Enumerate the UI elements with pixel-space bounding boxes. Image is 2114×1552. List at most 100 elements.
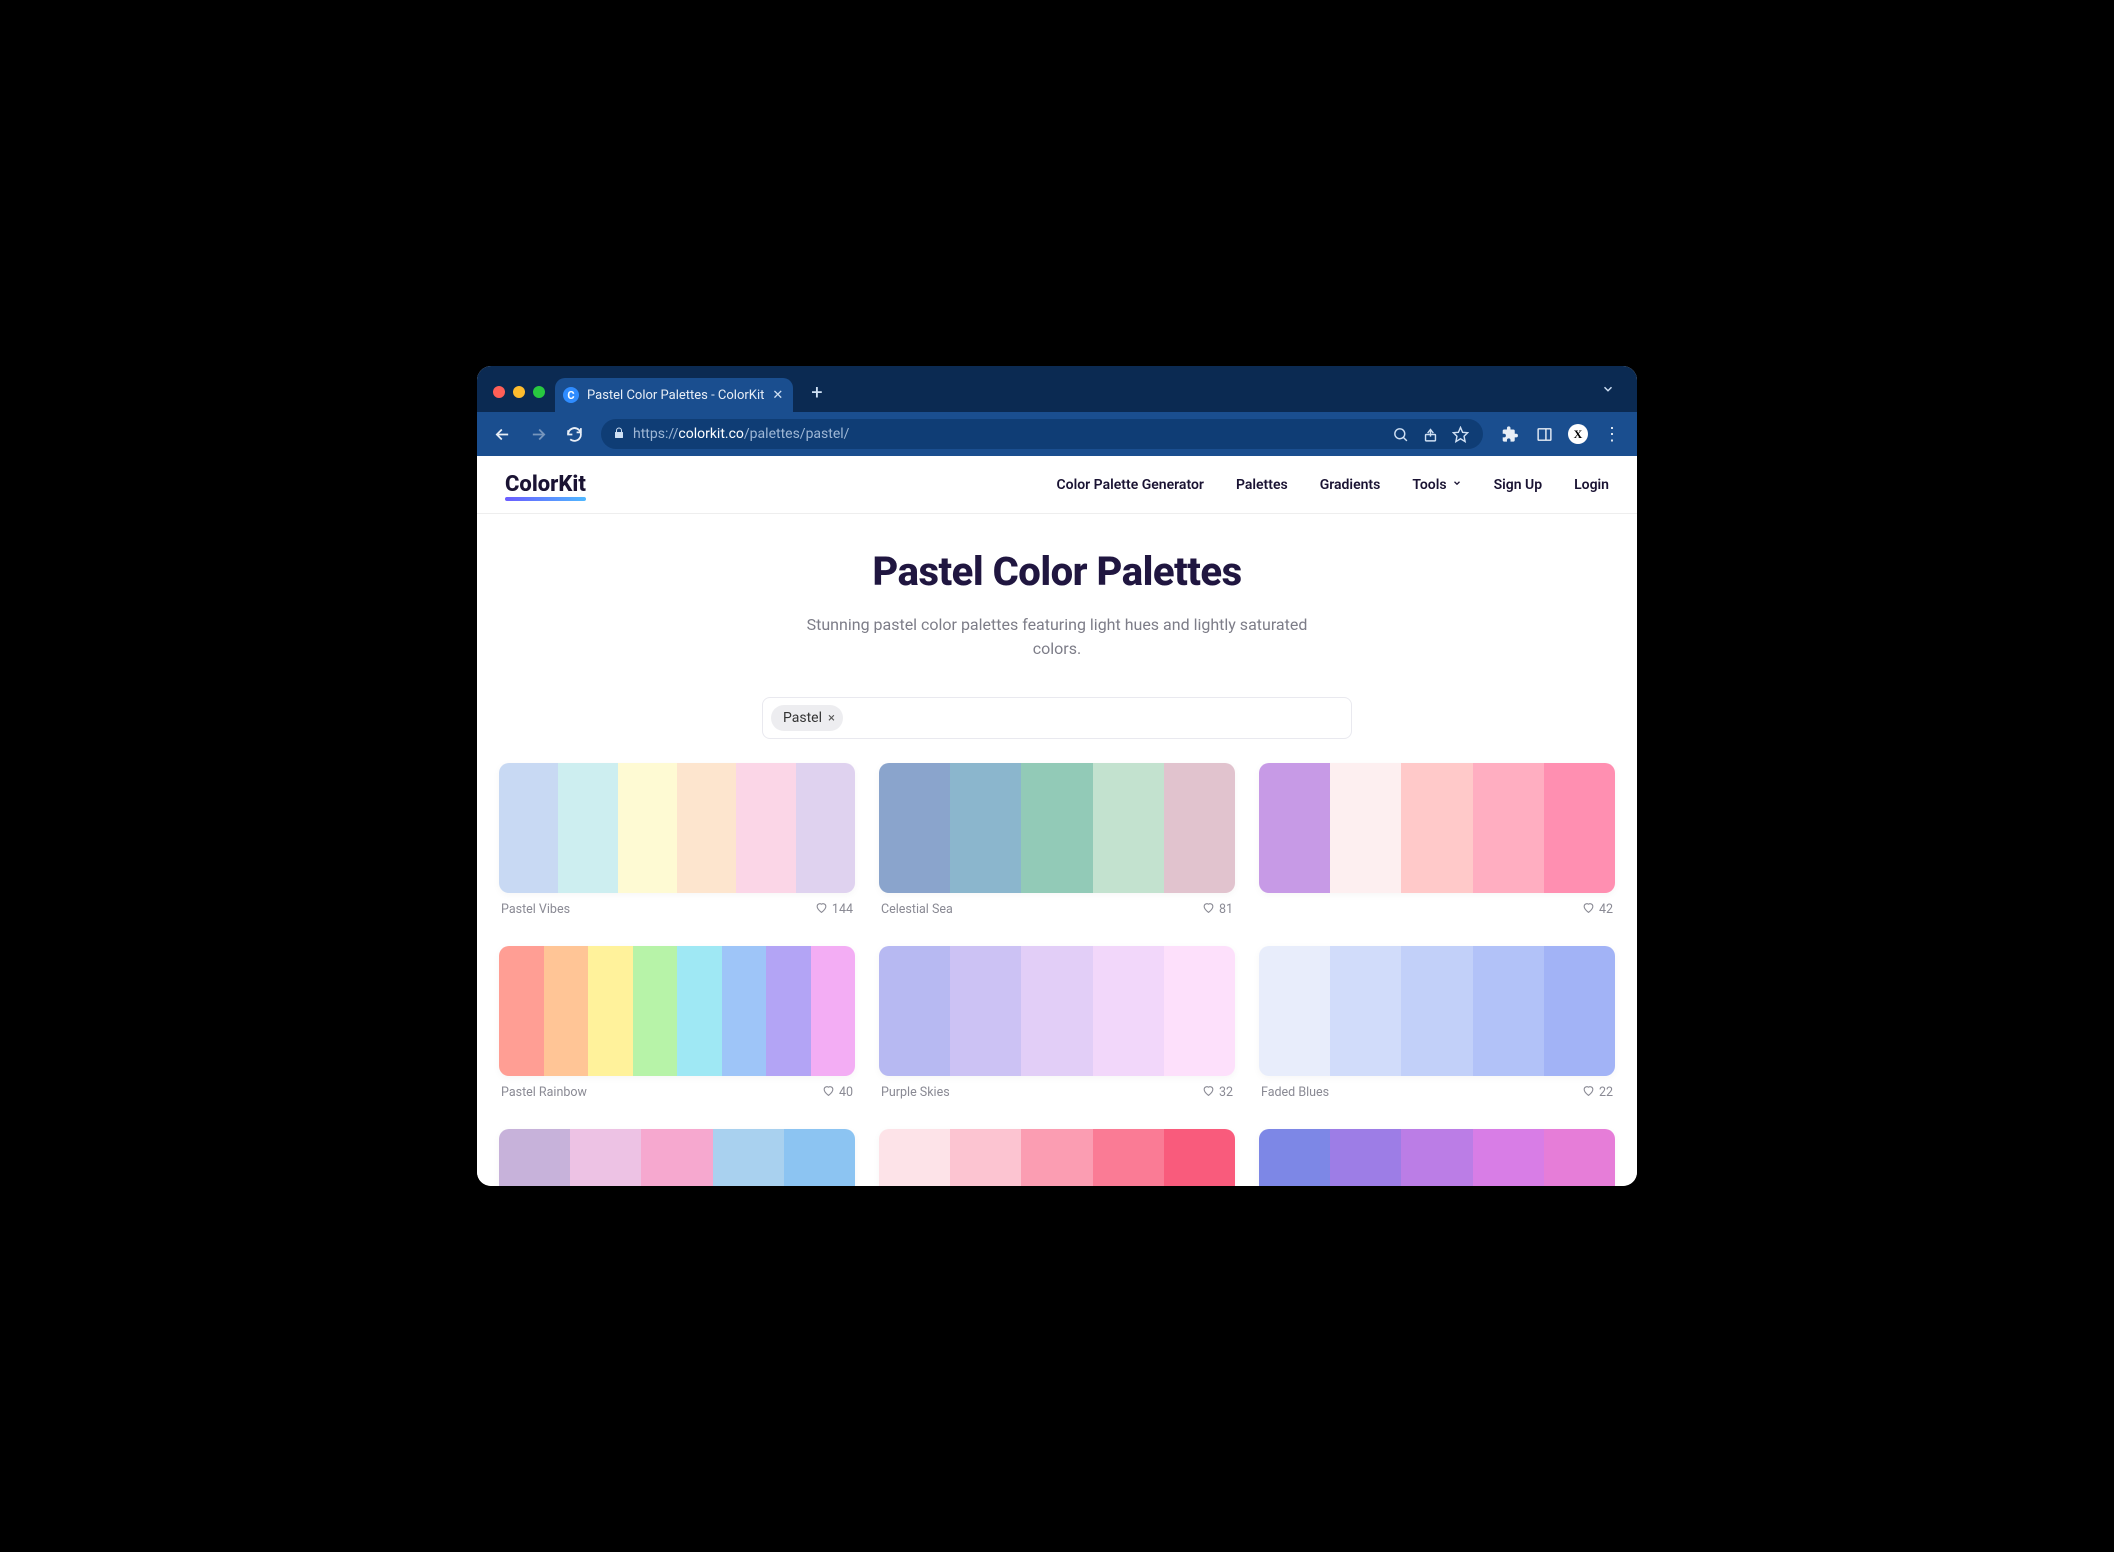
swatch: [1259, 1129, 1330, 1186]
palette-card[interactable]: Celestial Sea81: [879, 763, 1235, 918]
swatch: [1021, 763, 1092, 893]
site-header: ColorKit Color Palette Generator Palette…: [477, 456, 1637, 514]
star-icon[interactable]: [1449, 423, 1471, 445]
like-count: 22: [1599, 1085, 1613, 1100]
like-button[interactable]: 40: [822, 1084, 853, 1101]
palette-card[interactable]: [499, 1129, 855, 1186]
maximize-window-button[interactable]: [533, 386, 545, 398]
like-button[interactable]: 22: [1582, 1084, 1613, 1101]
minimize-window-button[interactable]: [513, 386, 525, 398]
sidepanel-icon[interactable]: [1529, 419, 1559, 449]
swatch: [1330, 1129, 1401, 1186]
filter-wrap: Pastel ×: [477, 687, 1637, 763]
close-window-button[interactable]: [493, 386, 505, 398]
palette-card[interactable]: 42: [1259, 763, 1615, 918]
forward-button[interactable]: [523, 419, 553, 449]
menu-button[interactable]: ⋮: [1597, 419, 1627, 449]
close-tab-button[interactable]: ✕: [772, 388, 783, 403]
extensions-icon[interactable]: [1495, 419, 1525, 449]
nav-tools-label: Tools: [1412, 477, 1446, 493]
tab-title: Pastel Color Palettes - ColorKit: [587, 388, 764, 403]
profile-avatar[interactable]: X: [1563, 419, 1593, 449]
heart-icon: [822, 1084, 835, 1101]
palette-card[interactable]: Pastel Rainbow40: [499, 946, 855, 1101]
like-button[interactable]: 32: [1202, 1084, 1233, 1101]
swatch: [1021, 946, 1092, 1076]
nav-generator[interactable]: Color Palette Generator: [1057, 477, 1204, 493]
back-button[interactable]: [487, 419, 517, 449]
search-icon[interactable]: [1389, 423, 1411, 445]
swatch: [633, 946, 678, 1076]
toolbar-right: X ⋮: [1495, 419, 1627, 449]
viewport[interactable]: ColorKit Color Palette Generator Palette…: [477, 456, 1637, 1186]
palette-card[interactable]: [879, 1129, 1235, 1186]
nav-signup[interactable]: Sign Up: [1494, 477, 1543, 493]
lock-icon: [613, 427, 625, 442]
swatch: [1330, 946, 1401, 1076]
swatch: [722, 946, 767, 1076]
swatch: [1259, 763, 1330, 893]
palette-meta: Purple Skies 32: [879, 1084, 1235, 1101]
filter-chip: Pastel ×: [771, 705, 843, 731]
palette-swatches: [879, 763, 1235, 893]
like-button[interactable]: 42: [1582, 901, 1613, 918]
swatch: [1544, 946, 1615, 1076]
palette-name: Purple Skies: [881, 1085, 950, 1100]
reload-button[interactable]: [559, 419, 589, 449]
swatch: [499, 763, 558, 893]
palette-swatches: [499, 1129, 855, 1186]
swatch: [544, 946, 589, 1076]
filter-chip-label: Pastel: [783, 710, 822, 726]
like-count: 40: [839, 1085, 853, 1100]
nav-login[interactable]: Login: [1574, 477, 1609, 493]
palette-meta: Celestial Sea81: [879, 901, 1235, 918]
nav-gradients[interactable]: Gradients: [1320, 477, 1381, 493]
palette-meta: 42: [1259, 901, 1615, 918]
address-bar[interactable]: https://colorkit.co/palettes/pastel/: [601, 419, 1483, 449]
swatch: [766, 946, 811, 1076]
browser-toolbar: https://colorkit.co/palettes/pastel/ X: [477, 412, 1637, 456]
swatch: [499, 946, 544, 1076]
swatch: [1164, 763, 1235, 893]
share-icon[interactable]: [1419, 423, 1441, 445]
palette-card[interactable]: Faded Blues22: [1259, 946, 1615, 1101]
swatch: [950, 1129, 1021, 1186]
heart-icon: [1202, 1084, 1215, 1101]
url-text: https://colorkit.co/palettes/pastel/: [633, 426, 1381, 442]
like-count: 81: [1219, 902, 1233, 917]
swatch: [1401, 763, 1472, 893]
swatch: [736, 763, 795, 893]
browser-tab[interactable]: C Pastel Color Palettes - ColorKit ✕: [555, 378, 793, 412]
swatch: [879, 763, 950, 893]
palette-swatches: [1259, 1129, 1615, 1186]
palette-meta: Pastel Rainbow40: [499, 1084, 855, 1101]
filter-input[interactable]: Pastel ×: [762, 697, 1352, 739]
palette-card[interactable]: [1259, 1129, 1615, 1186]
page-title: Pastel Color Palettes: [497, 548, 1617, 595]
tabs-dropdown-button[interactable]: [1601, 381, 1627, 412]
swatch: [1259, 946, 1330, 1076]
palette-grid: Pastel Vibes 144 Celestial Sea81 42 Pastel R…: [477, 763, 1637, 1186]
palette-card[interactable]: Pastel Vibes 144: [499, 763, 855, 918]
swatch: [784, 1129, 855, 1186]
swatch: [618, 763, 677, 893]
nav-tools[interactable]: Tools: [1412, 477, 1461, 493]
like-button[interactable]: 81: [1202, 901, 1233, 918]
like-button[interactable]: 144: [815, 901, 853, 918]
palette-card[interactable]: Purple Skies 32: [879, 946, 1235, 1101]
palette-meta: Faded Blues22: [1259, 1084, 1615, 1101]
window-controls: [487, 386, 555, 412]
swatch: [1093, 946, 1164, 1076]
nav-palettes[interactable]: Palettes: [1236, 477, 1288, 493]
palette-name: Pastel Vibes: [501, 902, 570, 917]
site-logo[interactable]: ColorKit: [505, 472, 586, 497]
swatch: [570, 1129, 641, 1186]
chip-remove-button[interactable]: ×: [828, 711, 835, 726]
new-tab-button[interactable]: +: [793, 382, 836, 412]
swatch: [950, 763, 1021, 893]
swatch: [677, 763, 736, 893]
palette-swatches: [1259, 763, 1615, 893]
palette-meta: Pastel Vibes 144: [499, 901, 855, 918]
swatch: [499, 1129, 570, 1186]
like-count: 144: [832, 902, 853, 917]
